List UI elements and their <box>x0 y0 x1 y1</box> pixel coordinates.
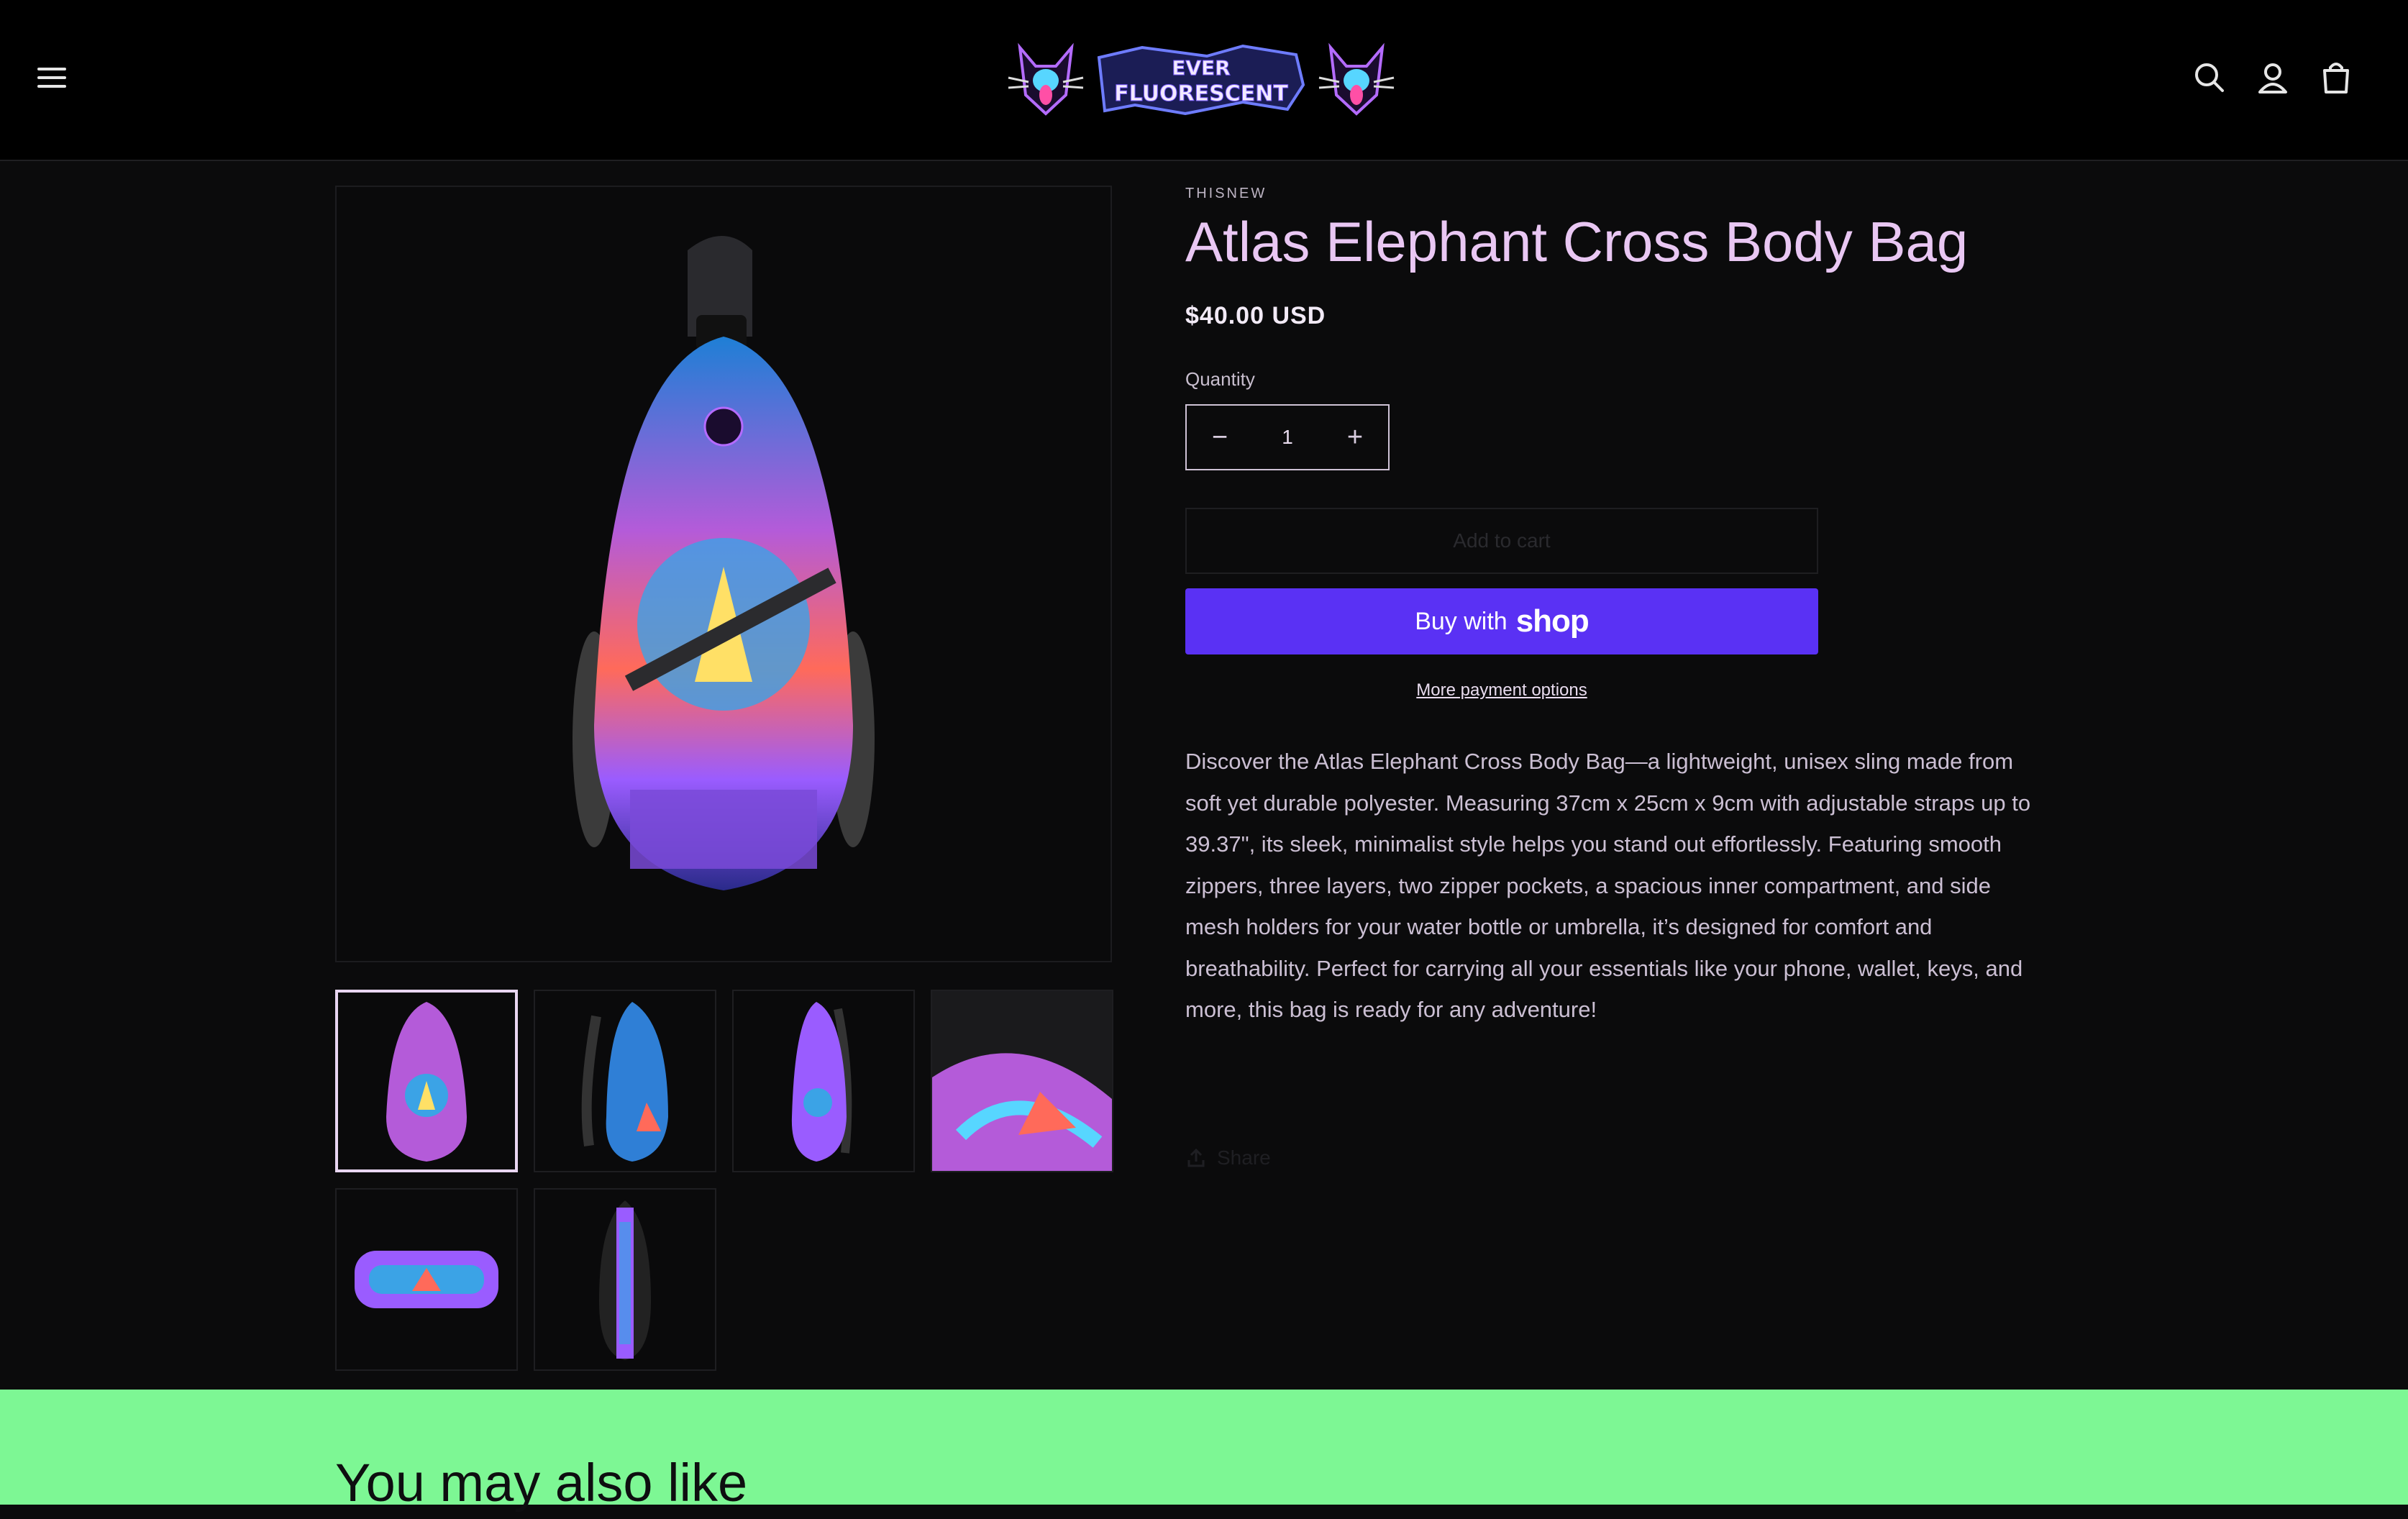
hamburger-menu-icon[interactable] <box>29 55 75 101</box>
buy-with-label: Buy with <box>1415 607 1508 635</box>
share-button[interactable]: Share <box>1185 1146 1271 1169</box>
quantity-input[interactable] <box>1253 405 1322 470</box>
quantity-label: Quantity <box>1185 368 1255 390</box>
thumbnail-4[interactable] <box>931 990 1113 1172</box>
thumbnail-3[interactable] <box>732 990 915 1172</box>
product-description: Discover the Atlas Elephant Cross Body B… <box>1185 749 2031 1022</box>
share-icon <box>1187 1148 1205 1167</box>
bag-image <box>573 236 875 890</box>
quantity-stepper: − + <box>1185 404 1390 470</box>
thumbnail-image <box>599 1200 651 1360</box>
thumbnail-image <box>386 1002 467 1162</box>
product-vendor: THISNEW <box>1185 186 1267 201</box>
thumbnail-image <box>581 1002 668 1162</box>
product-title: Atlas Elephant Cross Body Bag <box>1185 210 1969 273</box>
thumbnail-image <box>791 1002 852 1162</box>
logo-text-ever: EVER <box>1172 56 1230 80</box>
thumbnail-1[interactable] <box>335 990 518 1172</box>
buy-with-shop-button[interactable]: Buy with shop <box>1185 588 1818 654</box>
add-to-cart-button[interactable]: Add to cart <box>1185 508 1818 574</box>
site-header: EVER FLUORESCENT <box>0 0 2408 161</box>
search-icon[interactable] <box>2186 55 2233 101</box>
thumbnail-2[interactable] <box>534 990 716 1172</box>
thumbnail-image <box>355 1251 498 1308</box>
thumbnail-6[interactable] <box>534 1188 716 1371</box>
more-payment-options-link[interactable]: More payment options <box>1185 680 1818 701</box>
increase-quantity-button[interactable]: + <box>1322 406 1388 469</box>
decrease-quantity-button[interactable]: − <box>1187 406 1253 469</box>
thumbnail-image <box>932 991 1112 1171</box>
shop-logo-text: shop <box>1515 603 1590 639</box>
store-logo[interactable]: EVER FLUORESCENT <box>1007 36 1395 122</box>
product-price: $40.00 USD <box>1185 302 1326 329</box>
cart-icon[interactable] <box>2313 55 2359 101</box>
related-products-title: You may also like <box>335 1453 748 1513</box>
account-icon[interactable] <box>2250 55 2296 101</box>
share-label: Share <box>1217 1146 1271 1169</box>
thumbnail-5[interactable] <box>335 1188 518 1371</box>
product-main-image[interactable] <box>335 186 1112 962</box>
logo-text-fluorescent: FLUORESCENT <box>1114 81 1288 106</box>
related-products-section: You may also like <box>0 1390 2408 1513</box>
